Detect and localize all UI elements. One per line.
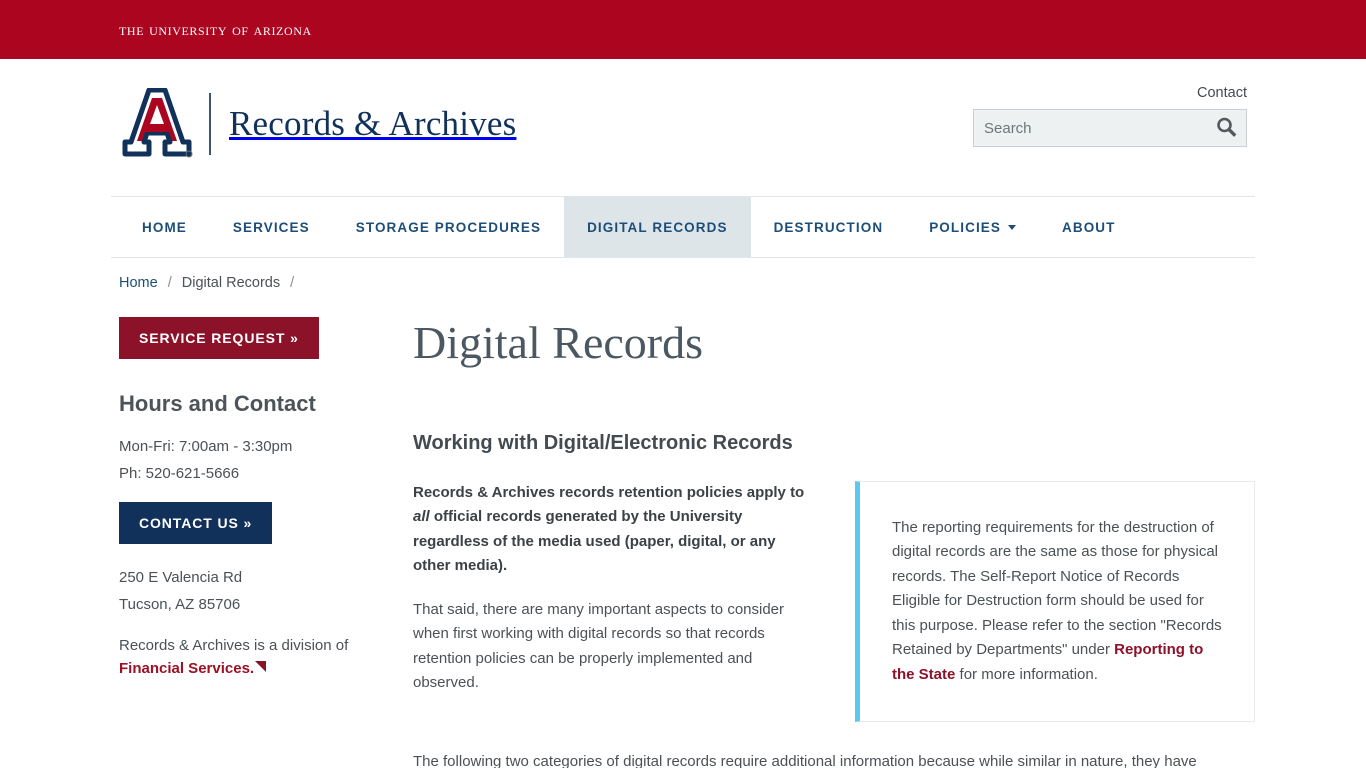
nav-item-label: DESTRUCTION xyxy=(773,219,884,235)
logo-divider xyxy=(209,93,211,155)
callout-text: The reporting requirements for the destr… xyxy=(892,516,1224,688)
nav-item-label: ABOUT xyxy=(1062,219,1116,235)
header-contact-link[interactable]: Contact xyxy=(1197,85,1247,101)
sidebar-address-line-2: Tucson, AZ 85706 xyxy=(119,596,241,613)
search-box[interactable] xyxy=(973,109,1247,147)
university-banner-inner: The University of Arizona xyxy=(111,19,1255,40)
ua-block-a-logo-icon xyxy=(119,88,195,160)
page-body: SERVICE REQUEST » Hours and Contact Mon-… xyxy=(111,291,1255,768)
sidebar-address-line-1: 250 E Valencia Rd xyxy=(119,569,243,586)
page-title: Digital Records xyxy=(413,317,703,368)
search-icon xyxy=(1215,116,1237,141)
sidebar-hours-text: Mon-Fri: 7:00am - 3:30pm xyxy=(119,438,293,455)
content-row: Records & Archives records retention pol… xyxy=(413,480,1255,723)
nav-item-home[interactable]: HOME xyxy=(119,197,210,257)
main-content: Digital Records Working with Digital/Ele… xyxy=(411,317,1255,768)
external-link-triangle-icon xyxy=(255,661,267,672)
section-heading: Working with Digital/Electronic Records xyxy=(413,431,793,454)
nav-item-label: HOME xyxy=(142,219,187,235)
nav-item-destruction[interactable]: DESTRUCTION xyxy=(751,197,907,257)
nav-item-services[interactable]: SERVICES xyxy=(210,197,333,257)
nav-item-digital-records[interactable]: DIGITAL RECORDS xyxy=(564,197,751,257)
contact-us-button[interactable]: CONTACT US » xyxy=(119,502,273,544)
site-header-inner: Records & Archives Contact xyxy=(111,59,1255,196)
chevron-down-icon xyxy=(1008,224,1016,230)
site-logo-link[interactable]: Records & Archives xyxy=(119,88,516,160)
sidebar-heading-hours-contact: Hours and Contact xyxy=(119,391,316,416)
content-right-column: The reporting requirements for the destr… xyxy=(817,480,1255,723)
university-wordmark: The University of Arizona xyxy=(119,19,312,39)
breadcrumb-item-current: Digital Records xyxy=(181,275,281,291)
closing-paragraph: The following two categories of digital … xyxy=(413,753,1197,768)
sidebar-division-text: Records & Archives is a division of Fina… xyxy=(119,634,411,680)
nav-item-label: SERVICES xyxy=(232,219,310,235)
breadcrumb-item-home[interactable]: Home xyxy=(119,275,158,291)
breadcrumb-separator: / xyxy=(290,275,295,291)
lead-paragraph-emphasis: all xyxy=(413,508,430,526)
site-header: Records & Archives Contact xyxy=(0,59,1366,196)
search-input[interactable] xyxy=(974,110,1206,146)
lead-paragraph: Records & Archives records retention pol… xyxy=(413,481,817,579)
nav-item-label: POLICIES xyxy=(929,219,1001,235)
sidebar-phone-text: Ph: 520-621-5666 xyxy=(119,465,240,482)
nav-item-label: DIGITAL RECORDS xyxy=(587,219,728,235)
breadcrumb-separator: / xyxy=(167,275,172,291)
nav-item-storage-procedures[interactable]: STORAGE PROCEDURES xyxy=(333,197,564,257)
breadcrumb: Home / Digital Records / xyxy=(111,258,1255,291)
site-title: Records & Archives xyxy=(229,104,517,143)
nav-item-label: STORAGE PROCEDURES xyxy=(355,219,542,235)
main-navigation: HOME SERVICES STORAGE PROCEDURES DIGITAL… xyxy=(111,196,1255,258)
search-submit-button[interactable] xyxy=(1206,110,1246,146)
lead-paragraph-part2: official records generated by the Univer… xyxy=(413,508,776,575)
sidebar-division-prefix: Records & Archives is a division of xyxy=(119,637,349,654)
sidebar: SERVICE REQUEST » Hours and Contact Mon-… xyxy=(119,317,411,768)
lead-paragraph-part1: Records & Archives records retention pol… xyxy=(413,483,805,501)
callout-part2: for more information. xyxy=(955,665,1098,683)
content-left-column: Records & Archives records retention pol… xyxy=(413,481,817,715)
main-navigation-list: HOME SERVICES STORAGE PROCEDURES DIGITAL… xyxy=(111,197,1255,257)
financial-services-link[interactable]: Financial Services. xyxy=(119,660,254,677)
callout-box: The reporting requirements for the destr… xyxy=(855,480,1255,723)
nav-item-about[interactable]: ABOUT xyxy=(1039,197,1139,257)
callout-part1: The reporting requirements for the destr… xyxy=(892,518,1222,659)
university-banner: The University of Arizona xyxy=(0,0,1366,59)
service-request-button[interactable]: SERVICE REQUEST » xyxy=(119,317,319,359)
paragraph-2: That said, there are many important aspe… xyxy=(413,600,785,692)
nav-item-policies[interactable]: POLICIES xyxy=(906,197,1039,257)
